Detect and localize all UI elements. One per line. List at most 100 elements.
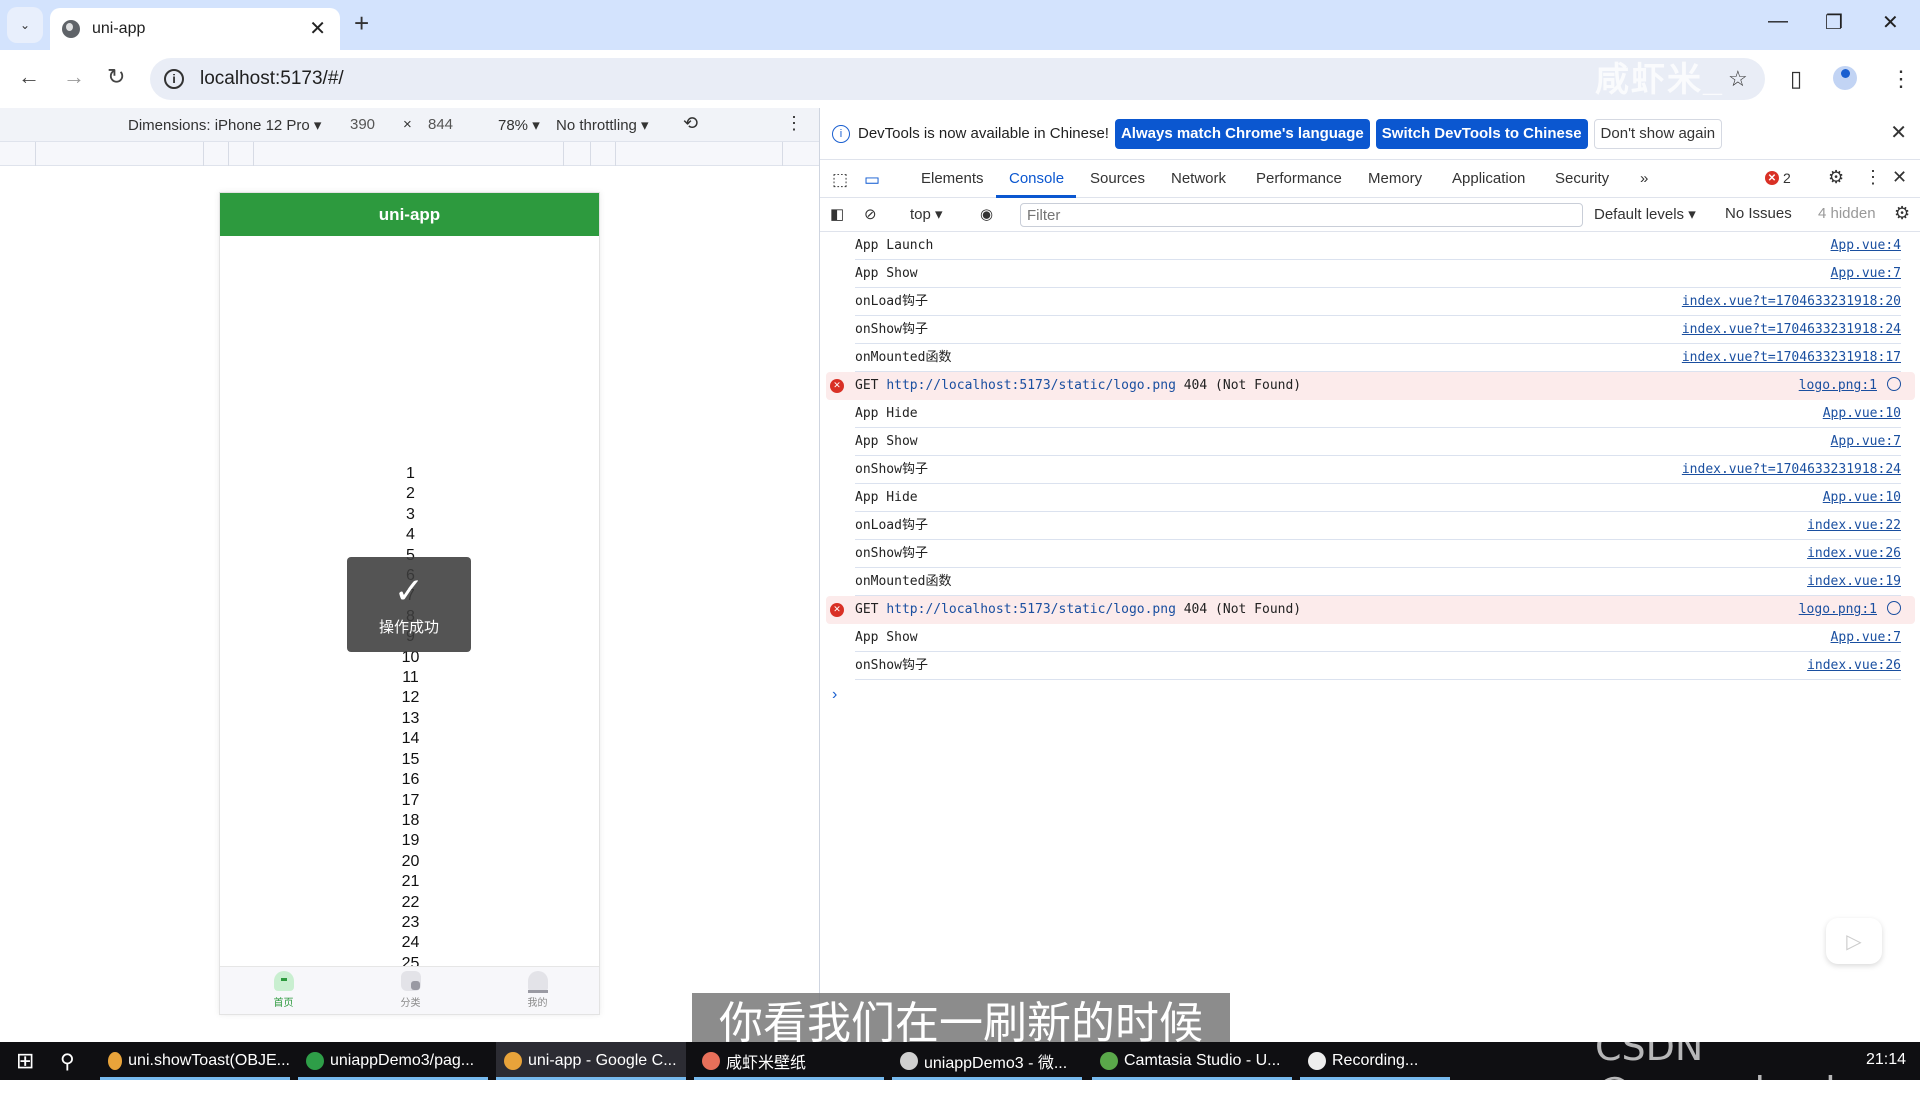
sidebar-toggle-icon[interactable]: ◧ <box>830 205 844 223</box>
taskbar-app[interactable]: Camtasia Studio - U... <box>1092 1042 1292 1080</box>
device-more-icon[interactable]: ⋮ <box>785 113 803 134</box>
rotate-icon[interactable]: ⟲ <box>683 113 698 134</box>
console-log-row: onMounted函数 index.vue:19 <box>855 568 1901 596</box>
tab-application[interactable]: Application <box>1452 170 1525 187</box>
taskbar-app[interactable]: uniappDemo3 - 微... <box>892 1042 1082 1080</box>
bookmark-star-icon[interactable]: ☆ <box>1728 66 1748 92</box>
dimension-times: × <box>403 116 412 133</box>
tab-sources[interactable]: Sources <box>1090 170 1145 187</box>
request-url-link[interactable]: http://localhost:5173/static/logo.png <box>886 378 1176 393</box>
source-link[interactable]: index.vue:26 <box>1807 540 1901 568</box>
infobar-message: DevTools is now available in Chinese! <box>858 125 1109 142</box>
tab-console[interactable]: Console <box>1009 170 1064 187</box>
console-filter-input[interactable] <box>1020 203 1583 227</box>
reload-icon[interactable]: ↻ <box>107 64 125 90</box>
source-link[interactable]: App.vue:4 <box>1831 232 1901 260</box>
tab-network[interactable]: Network <box>1171 170 1226 187</box>
site-info-icon[interactable]: i <box>164 69 184 89</box>
taskbar-app[interactable]: Recording... <box>1300 1042 1450 1080</box>
taskbar-app[interactable]: 咸虾米壁纸 <box>694 1042 884 1080</box>
number-list-item: 14 <box>401 730 420 748</box>
console-log-row: App Launch App.vue:4 <box>855 232 1901 260</box>
source-link[interactable]: logo.png:1 <box>1799 602 1877 617</box>
console-prompt[interactable]: › <box>832 686 1920 704</box>
forward-icon[interactable]: → <box>63 64 85 90</box>
network-request-icon[interactable] <box>1887 377 1901 391</box>
video-player-icon[interactable]: ▷ <box>1826 918 1882 964</box>
tab-security[interactable]: Security <box>1555 170 1609 187</box>
taskbar-app[interactable]: uni-app - Google C... <box>496 1042 686 1080</box>
device-height-input[interactable]: 844 <box>428 116 453 133</box>
inspect-element-icon[interactable]: ⬚ <box>832 170 848 190</box>
error-count-badge[interactable]: ✕ 2 <box>1765 170 1791 186</box>
source-link[interactable]: index.vue:22 <box>1807 512 1901 540</box>
issues-button[interactable]: No Issues <box>1725 205 1792 222</box>
tab-search-button[interactable]: ⌄ <box>7 7 43 43</box>
device-select[interactable]: Dimensions: iPhone 12 Pro ▾ <box>128 116 321 134</box>
taskbar-app[interactable]: uni.showToast(OBJE... <box>100 1042 290 1080</box>
number-list-item: 22 <box>401 893 420 911</box>
tab-memory[interactable]: Memory <box>1368 170 1422 187</box>
zoom-select[interactable]: 78% ▾ <box>498 116 540 134</box>
log-levels-select[interactable]: Default levels ▾ <box>1594 205 1696 223</box>
restore-icon[interactable]: ❐ <box>1825 10 1843 35</box>
device-width-input[interactable]: 390 <box>350 116 375 133</box>
taskbar-app-label: uni.showToast(OBJE... <box>128 1052 290 1069</box>
tabbar-item-home[interactable]: 首页 <box>220 967 347 1014</box>
source-link[interactable]: index.vue:26 <box>1807 652 1901 680</box>
new-tab-button[interactable]: + <box>354 8 369 39</box>
side-panel-icon[interactable]: ▯ <box>1790 66 1802 92</box>
clear-console-icon[interactable]: ⊘ <box>864 205 877 223</box>
context-select[interactable]: top ▾ <box>910 205 943 223</box>
device-toggle-icon[interactable]: ▭ <box>864 170 880 190</box>
source-link[interactable]: index.vue?t=1704633231918:20 <box>1682 288 1901 316</box>
console-settings-icon[interactable]: ⚙ <box>1894 203 1910 224</box>
check-icon: ✓ <box>393 570 425 611</box>
source-link[interactable]: App.vue:7 <box>1831 428 1901 456</box>
switch-chinese-button[interactable]: Switch DevTools to Chinese <box>1375 118 1588 149</box>
devtools-menu-icon[interactable]: ⋮ <box>1864 167 1882 188</box>
address-bar[interactable]: i localhost:5173/#/ <box>150 58 1765 100</box>
back-icon[interactable]: ← <box>18 64 40 90</box>
close-devtools-icon[interactable]: ✕ <box>1892 167 1907 188</box>
more-tabs-icon[interactable]: » <box>1640 170 1648 187</box>
number-list-item: 24 <box>401 934 420 952</box>
profile-avatar[interactable] <box>1833 66 1857 90</box>
source-link[interactable]: index.vue?t=1704633231918:24 <box>1682 316 1901 344</box>
close-window-icon[interactable]: ✕ <box>1882 10 1899 35</box>
source-link[interactable]: App.vue:10 <box>1823 400 1901 428</box>
request-url-link[interactable]: http://localhost:5173/static/logo.png <box>886 602 1176 617</box>
network-request-icon[interactable] <box>1887 601 1901 615</box>
match-language-button[interactable]: Always match Chrome's language <box>1114 118 1370 149</box>
tabbar-item-mine[interactable]: 我的 <box>474 967 599 1014</box>
console-log-row: App Show App.vue:7 <box>855 260 1901 288</box>
source-link[interactable]: index.vue:19 <box>1807 568 1901 596</box>
search-icon[interactable]: ⚲ <box>52 1042 75 1080</box>
source-link[interactable]: App.vue:7 <box>1831 260 1901 288</box>
dont-show-again-button[interactable]: Don't show again <box>1593 118 1723 149</box>
log-message: App Show <box>855 266 918 281</box>
close-tab-icon[interactable]: ✕ <box>309 16 326 41</box>
throttling-select[interactable]: No throttling ▾ <box>556 116 649 134</box>
browser-tab[interactable]: uni-app ✕ <box>50 8 340 50</box>
source-link[interactable]: index.vue?t=1704633231918:24 <box>1682 456 1901 484</box>
tab-performance[interactable]: Performance <box>1256 170 1342 187</box>
minimize-icon[interactable]: — <box>1768 10 1788 33</box>
taskbar-app-label: uniappDemo3/pag... <box>330 1052 475 1069</box>
source-link[interactable]: App.vue:10 <box>1823 484 1901 512</box>
close-infobar-icon[interactable]: ✕ <box>1890 120 1907 145</box>
source-link[interactable]: logo.png:1 <box>1799 378 1877 393</box>
tabbar-item-category[interactable]: 分类 <box>347 967 474 1014</box>
windows-start-icon[interactable]: ⊞ <box>8 1042 34 1080</box>
tab-elements[interactable]: Elements <box>921 170 984 187</box>
taskbar-app[interactable]: uniappDemo3/pag... <box>298 1042 488 1080</box>
menu-kebab-icon[interactable]: ⋮ <box>1890 66 1912 92</box>
source-link[interactable]: App.vue:7 <box>1831 624 1901 652</box>
console-log-row: onMounted函数 index.vue?t=1704633231918:17 <box>855 344 1901 372</box>
source-link[interactable]: index.vue?t=1704633231918:17 <box>1682 344 1901 372</box>
app-icon <box>1100 1052 1118 1070</box>
number-list-item: 15 <box>401 750 420 768</box>
log-message: App Hide <box>855 490 918 505</box>
settings-gear-icon[interactable]: ⚙ <box>1828 167 1844 188</box>
live-expression-eye-icon[interactable]: ◉ <box>980 205 993 223</box>
